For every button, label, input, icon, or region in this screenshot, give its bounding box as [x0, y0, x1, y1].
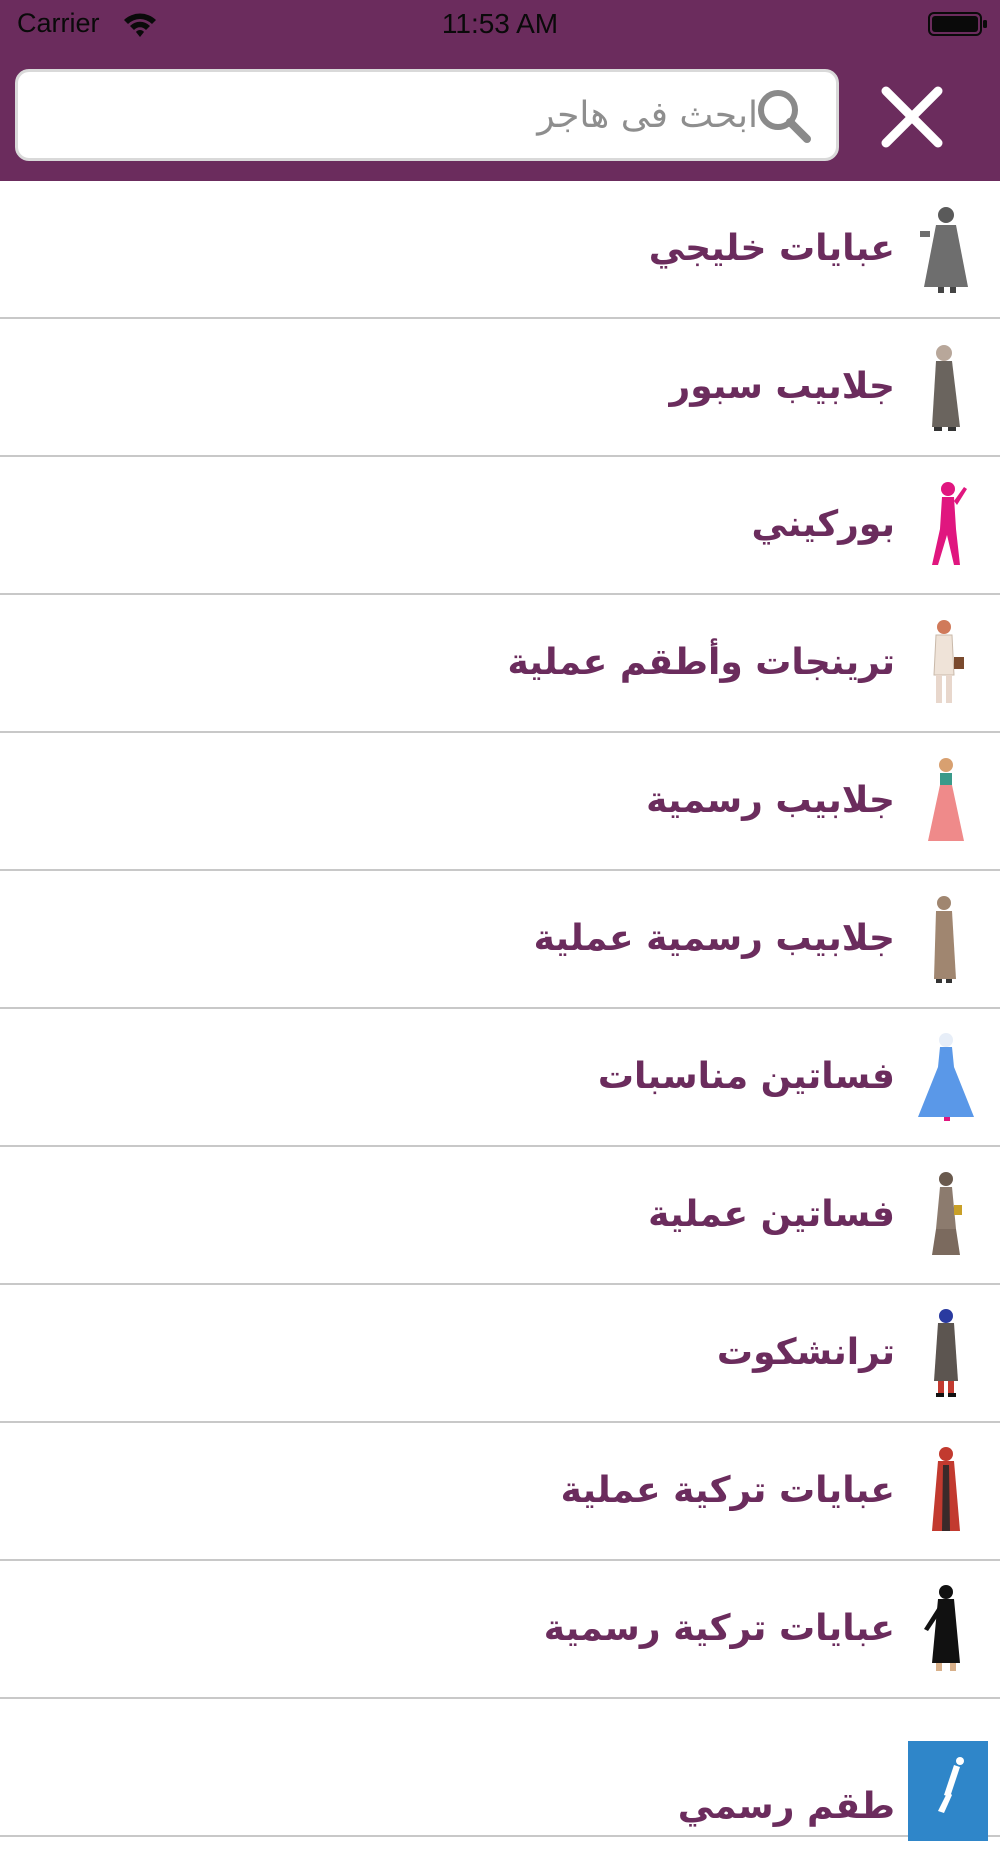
list-item[interactable]: جلابيب سبور: [0, 319, 1000, 457]
list-item[interactable]: فساتين عملية: [0, 1147, 1000, 1285]
list-item-label: ترانشكوت: [716, 1332, 895, 1373]
clock-time: 11:53 AM: [441, 8, 559, 39]
list-item[interactable]: عبايات تركية عملية: [0, 1423, 1000, 1561]
category-list: عبايات خليجي جلابيب سبور بوركيني ترينجات…: [0, 181, 1000, 1841]
beige-outfit-figure-icon: [933, 620, 964, 703]
list-item[interactable]: بوركيني: [0, 457, 1000, 595]
list-item[interactable]: ترانشكوت: [0, 1285, 1000, 1423]
list-item-label: بوركيني: [751, 504, 895, 545]
list-item-label: جلابيب سبور: [669, 366, 895, 407]
list-item[interactable]: ترينجات وأطقم عملية: [0, 595, 1000, 733]
list-item-label: فساتين مناسبات: [597, 1056, 895, 1097]
list-item[interactable]: عبايات خليجي: [0, 181, 1000, 319]
top-header: Carrier 11:53 AM: [0, 0, 1000, 181]
battery-icon: [928, 12, 987, 36]
pink-dress-figure-icon: [928, 758, 964, 841]
blue-gown-figure-icon: [918, 1033, 974, 1121]
list-item-label: عبايات تركية عملية: [560, 1470, 895, 1511]
list-item-label: عبايات خليجي: [648, 228, 895, 269]
taupe-dress-figure-icon: [932, 1172, 962, 1255]
list-item-label: طقم رسمي: [677, 1786, 895, 1827]
trenchcoat-figure-icon: [934, 1309, 958, 1397]
brown-jilbab-figure-icon: [934, 896, 956, 983]
list-item[interactable]: فساتين مناسبات: [0, 1009, 1000, 1147]
gray-jilbab-figure-icon: [932, 345, 960, 431]
list-item[interactable]: طقم رسمي: [0, 1699, 1000, 1841]
list-item-label: جلابيب رسمية: [646, 780, 895, 821]
gray-abaya-figure-icon: [920, 207, 968, 293]
search-icon: [758, 90, 811, 143]
list-item-label: ترينجات وأطقم عملية: [507, 642, 895, 683]
close-button[interactable]: [880, 85, 944, 149]
black-abaya-figure-icon: [924, 1585, 960, 1671]
list-item[interactable]: جلابيب رسمية عملية: [0, 871, 1000, 1009]
list-item-label: عبايات تركية رسمية: [543, 1608, 895, 1649]
red-abaya-figure-icon: [932, 1447, 960, 1531]
pink-burkini-figure-icon: [932, 482, 967, 565]
list-item[interactable]: عبايات تركية رسمية: [0, 1561, 1000, 1699]
list-item-label: جلابيب رسمية عملية: [533, 918, 895, 959]
status-bar: Carrier 11:53 AM: [0, 0, 1000, 50]
search-input[interactable]: [38, 72, 758, 158]
list-item-label: فساتين عملية: [648, 1194, 895, 1235]
search-box[interactable]: [15, 69, 839, 161]
blue-square-figure-icon: [908, 1741, 988, 1841]
list-item[interactable]: جلابيب رسمية: [0, 733, 1000, 871]
